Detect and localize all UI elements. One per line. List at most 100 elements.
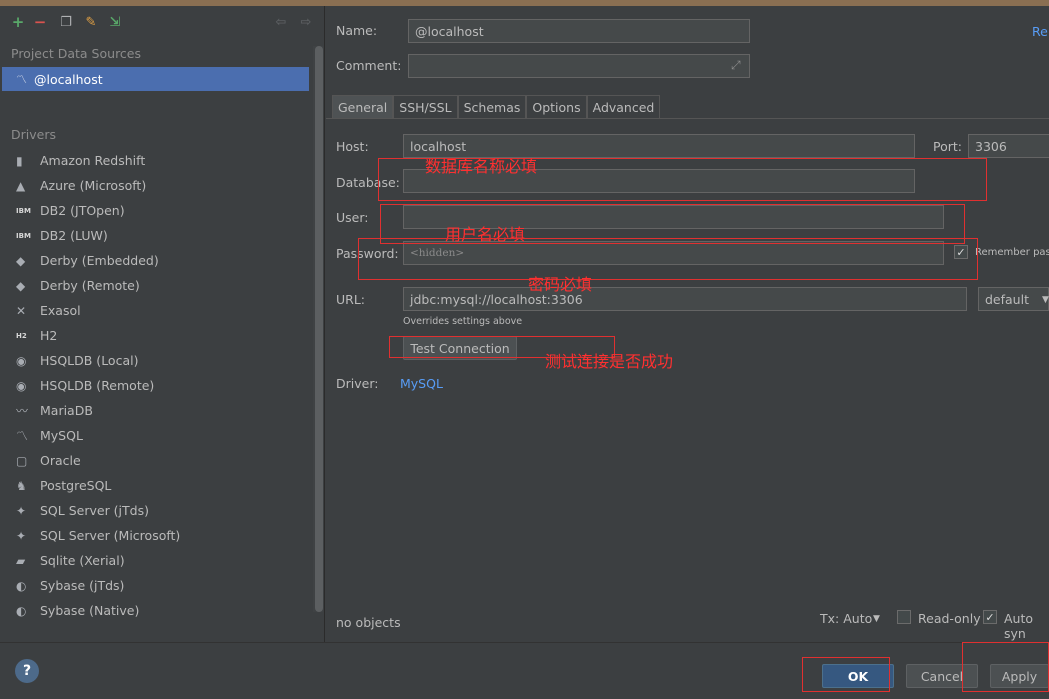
tx-mode-select[interactable]: Tx: Auto — [820, 611, 872, 626]
reset-link[interactable]: Re — [1032, 24, 1048, 39]
driver-icon: H2 — [16, 331, 27, 340]
remove-icon[interactable]: − — [31, 13, 49, 31]
driver-link[interactable]: MySQL — [400, 376, 443, 391]
comment-label: Comment: — [336, 58, 402, 73]
driver-label: Azure (Microsoft) — [40, 178, 147, 193]
url-mode-value: default — [985, 291, 1029, 307]
driver-label: HSQLDB (Local) — [40, 353, 139, 368]
driver-item[interactable]: ✦ SQL Server (Microsoft) — [0, 523, 312, 548]
driver-item[interactable]: IBM DB2 (JTOpen) — [0, 198, 312, 223]
driver-item[interactable]: ▲ Azure (Microsoft) — [0, 173, 312, 198]
comment-field[interactable] — [408, 54, 750, 78]
tab-ssh-ssl[interactable]: SSH/SSL — [393, 95, 458, 119]
driver-icon: ◉ — [16, 378, 27, 393]
driver-item[interactable]: ◆ Derby (Embedded) — [0, 248, 312, 273]
driver-label: SQL Server (Microsoft) — [40, 528, 181, 543]
driver-icon: IBM — [16, 231, 31, 240]
name-label: Name: — [336, 23, 378, 38]
forward-arrow-icon[interactable]: ⇨ — [297, 13, 315, 31]
back-arrow-icon[interactable]: ⇦ — [272, 13, 290, 31]
driver-label: MariaDB — [40, 403, 93, 418]
driver-icon: ♞ — [16, 478, 27, 493]
expand-icon[interactable]: ⤢ — [731, 58, 741, 73]
driver-item[interactable]: ♞ PostgreSQL — [0, 473, 312, 498]
driver-label: Oracle — [40, 453, 81, 468]
driver-label: SQL Server (jTds) — [40, 503, 149, 518]
port-field[interactable]: 3306 — [968, 134, 1049, 158]
driver-label: DB2 (LUW) — [40, 228, 108, 243]
driver-icon: 〰 — [16, 404, 29, 418]
password-annotation: 密码必填 — [528, 275, 593, 294]
password-annotation-box — [358, 238, 978, 280]
tab-schemas[interactable]: Schemas — [457, 95, 527, 119]
host-label: Host: — [336, 139, 369, 154]
drivers-heading: Drivers — [11, 127, 56, 142]
driver-item[interactable]: ◉ HSQLDB (Remote) — [0, 373, 312, 398]
name-field[interactable]: @localhost — [408, 19, 750, 43]
chevron-down-icon: ▼ — [1042, 295, 1049, 305]
tab-general[interactable]: General — [332, 95, 394, 119]
driver-item[interactable]: ✦ SQL Server (jTds) — [0, 498, 312, 523]
auto-sync-checkbox[interactable]: ✓ — [983, 610, 997, 624]
import-icon[interactable]: ⇲ — [106, 13, 124, 31]
apply-annotation-box — [962, 642, 1049, 692]
driver-icon: 〽 — [16, 429, 29, 443]
driver-icon: ◉ — [16, 353, 27, 368]
objects-status: no objects — [336, 615, 401, 630]
read-only-checkbox[interactable] — [897, 610, 911, 624]
driver-item[interactable]: ▮ Amazon Redshift — [0, 148, 312, 173]
drivers-scrollbar-thumb[interactable] — [315, 46, 323, 612]
driver-item[interactable]: ◐ Sybase (Native) — [0, 598, 312, 623]
overrides-note: Overrides settings above — [403, 316, 523, 327]
tx-chevron-down-icon: ▼ — [873, 614, 880, 624]
driver-item[interactable]: ▢ Oracle — [0, 448, 312, 473]
test-annotation: 测试连接是否成功 — [545, 352, 674, 371]
url-field[interactable]: jdbc:mysql://localhost:3306 — [403, 287, 967, 311]
driver-label: H2 — [40, 328, 58, 343]
remember-password-label: Remember passw — [975, 247, 1049, 258]
driver-icon: ◐ — [16, 578, 27, 593]
driver-icon: ▢ — [16, 453, 28, 468]
driver-icon: ▲ — [16, 178, 26, 193]
help-icon[interactable]: ? — [15, 659, 39, 683]
driver-settings-icon[interactable]: ✎ — [82, 13, 100, 31]
settings-tabs: General SSH/SSL Schemas Options Advanced — [332, 95, 661, 119]
add-icon[interactable]: + — [9, 13, 27, 31]
driver-item[interactable]: ◆ Derby (Remote) — [0, 273, 312, 298]
mysql-dolphin-icon: 〽 — [16, 73, 27, 86]
auto-sync-label: Auto syn — [1004, 611, 1034, 641]
database-annotation: 数据库名称必填 — [425, 157, 538, 176]
driver-icon: ▮ — [16, 153, 23, 168]
tab-options[interactable]: Options — [526, 95, 587, 119]
drivers-list: ▮ Amazon Redshift ▲ Azure (Microsoft) IBM DB2… — [0, 148, 312, 623]
driver-icon: ✦ — [16, 503, 27, 518]
url-mode-select[interactable]: default — [978, 287, 1049, 311]
driver-label: DB2 (JTOpen) — [40, 203, 125, 218]
driver-item[interactable]: 〽 MySQL — [0, 423, 312, 448]
driver-icon: ✕ — [16, 303, 27, 318]
user-label: User: — [336, 210, 369, 225]
driver-item[interactable]: ▰ Sqlite (Xerial) — [0, 548, 312, 573]
datasource-localhost[interactable]: 〽 @localhost — [2, 67, 309, 91]
driver-item[interactable]: ✕ Exasol — [0, 298, 312, 323]
driver-icon: IBM — [16, 206, 31, 215]
driver-label: Derby (Embedded) — [40, 253, 159, 268]
driver-label: Derby (Remote) — [40, 278, 140, 293]
driver-label: Exasol — [40, 303, 81, 318]
driver-label: Sybase (jTds) — [40, 578, 125, 593]
tab-advanced[interactable]: Advanced — [586, 95, 661, 119]
driver-label: PostgreSQL — [40, 478, 112, 493]
driver-item[interactable]: 〰 MariaDB — [0, 398, 312, 423]
project-data-sources-heading: Project Data Sources — [11, 46, 142, 61]
datasource-label: @localhost — [34, 71, 103, 87]
driver-label: Amazon Redshift — [40, 153, 146, 168]
driver-label: MySQL — [40, 428, 83, 443]
driver-item[interactable]: H2 H2 — [0, 323, 312, 348]
driver-icon: ◐ — [16, 603, 27, 618]
driver-item[interactable]: IBM DB2 (LUW) — [0, 223, 312, 248]
driver-label: HSQLDB (Remote) — [40, 378, 155, 393]
copy-icon[interactable]: ❐ — [57, 13, 75, 31]
driver-item[interactable]: ◉ HSQLDB (Local) — [0, 348, 312, 373]
sources-toolbar: + − ❐ ✎ ⇲ ⇦ ⇨ — [0, 6, 324, 38]
driver-item[interactable]: ◐ Sybase (jTds) — [0, 573, 312, 598]
